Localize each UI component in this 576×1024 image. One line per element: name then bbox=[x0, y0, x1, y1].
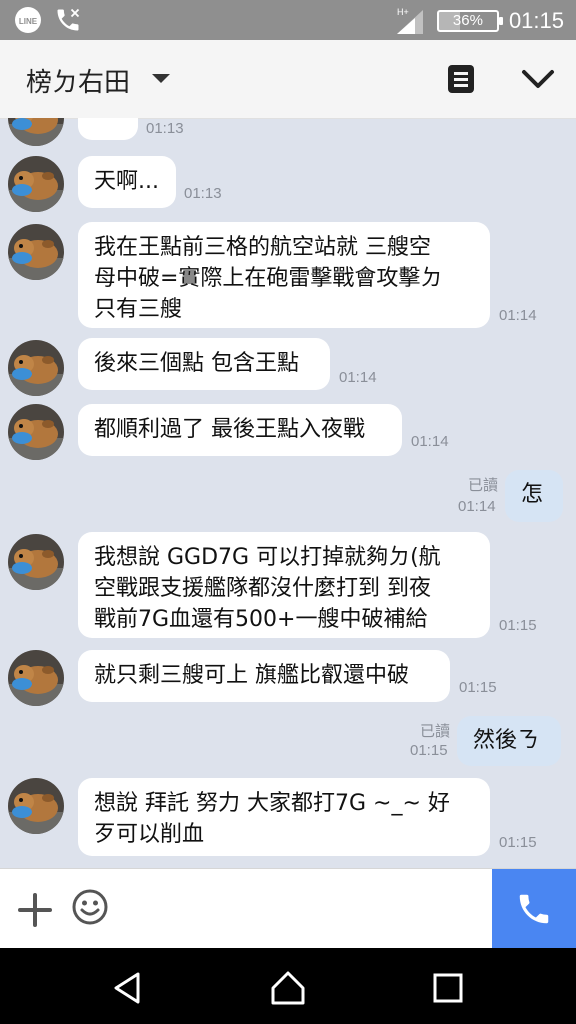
message-time: 01:15 bbox=[410, 742, 448, 759]
line-app-icon: LINE bbox=[15, 7, 41, 33]
message-time: 01:13 bbox=[184, 185, 222, 202]
message-bubble: 怎 bbox=[505, 470, 563, 522]
home-icon[interactable] bbox=[268, 968, 308, 1008]
message-bubble: 後來三個點 包含王點 bbox=[78, 338, 330, 390]
system-nav-bar bbox=[0, 948, 576, 1024]
message-time: 01:15 bbox=[499, 834, 537, 851]
message-bubble: 都順利過了 最後王點入夜戰 bbox=[78, 404, 402, 456]
message-input-bar bbox=[0, 868, 576, 949]
title-dropdown-icon[interactable] bbox=[152, 74, 170, 83]
avatar[interactable] bbox=[8, 650, 64, 706]
message-bubble: 然後ㄋ bbox=[457, 716, 561, 766]
avatar[interactable] bbox=[8, 118, 64, 146]
back-icon[interactable] bbox=[110, 970, 146, 1006]
message-bubble: 想說 拜託 努力 大家都打7G ~_~ 好 歹可以削血 bbox=[78, 778, 490, 856]
message-time: 01:15 bbox=[499, 617, 537, 634]
plus-icon[interactable] bbox=[18, 893, 52, 927]
message-list[interactable]: "" 01:13 天啊... 01:13 我在王點前三格的航空站就 三艘空 母中… bbox=[0, 118, 576, 868]
message-bubble: "" bbox=[78, 118, 138, 140]
read-receipt: 已讀 bbox=[467, 476, 498, 494]
message-time: 01:14 bbox=[499, 307, 537, 324]
status-time: 01:15 bbox=[508, 8, 564, 33]
svg-text:H+: H+ bbox=[397, 7, 409, 17]
avatar[interactable] bbox=[8, 534, 64, 590]
message-bubble: 天啊... bbox=[78, 156, 176, 208]
avatar[interactable] bbox=[8, 778, 64, 834]
battery-percent: 36% bbox=[452, 12, 483, 29]
phone-icon bbox=[519, 894, 549, 924]
battery-indicator: 36% bbox=[436, 10, 503, 32]
message-time: 01:14 bbox=[411, 433, 449, 450]
chat-title[interactable]: 榜ㄉ右田 bbox=[26, 62, 130, 99]
avatar[interactable] bbox=[8, 224, 64, 280]
message-time: 01:13 bbox=[146, 120, 184, 137]
avatar[interactable] bbox=[8, 404, 64, 460]
message-bubble: 就只剩三艘可上 旗艦比叡還中破 bbox=[78, 650, 450, 702]
signal-icon: H+ bbox=[396, 7, 423, 34]
svg-text:LINE: LINE bbox=[19, 17, 38, 26]
message-bubble: 我想說 GGD7G 可以打掉就夠ㄉ(航 空戰跟支援艦隊都沒什麼打到 到夜 戰前7… bbox=[78, 532, 490, 638]
notes-button[interactable] bbox=[448, 65, 474, 93]
message-time: 01:14 bbox=[458, 498, 496, 515]
chat-header: 榜ㄉ右田 bbox=[0, 40, 576, 119]
emoji-icon[interactable] bbox=[72, 889, 108, 925]
read-receipt: 已讀 bbox=[419, 722, 450, 740]
avatar[interactable] bbox=[8, 156, 64, 212]
avatar[interactable] bbox=[8, 340, 64, 396]
chevron-down-icon[interactable] bbox=[518, 60, 558, 96]
call-button[interactable] bbox=[492, 869, 576, 949]
missed-call-icon bbox=[57, 8, 80, 31]
message-time: 01:14 bbox=[339, 369, 377, 386]
recents-icon[interactable] bbox=[432, 972, 464, 1004]
message-bubble: 我在王點前三格的航空站就 三艘空 母中破=實際上在砲雷擊戰會攻擊ㄉ 只有三艘 bbox=[78, 222, 490, 328]
status-bar: LINE H+ 36% 01:15 bbox=[0, 0, 576, 40]
message-time: 01:15 bbox=[459, 679, 497, 696]
